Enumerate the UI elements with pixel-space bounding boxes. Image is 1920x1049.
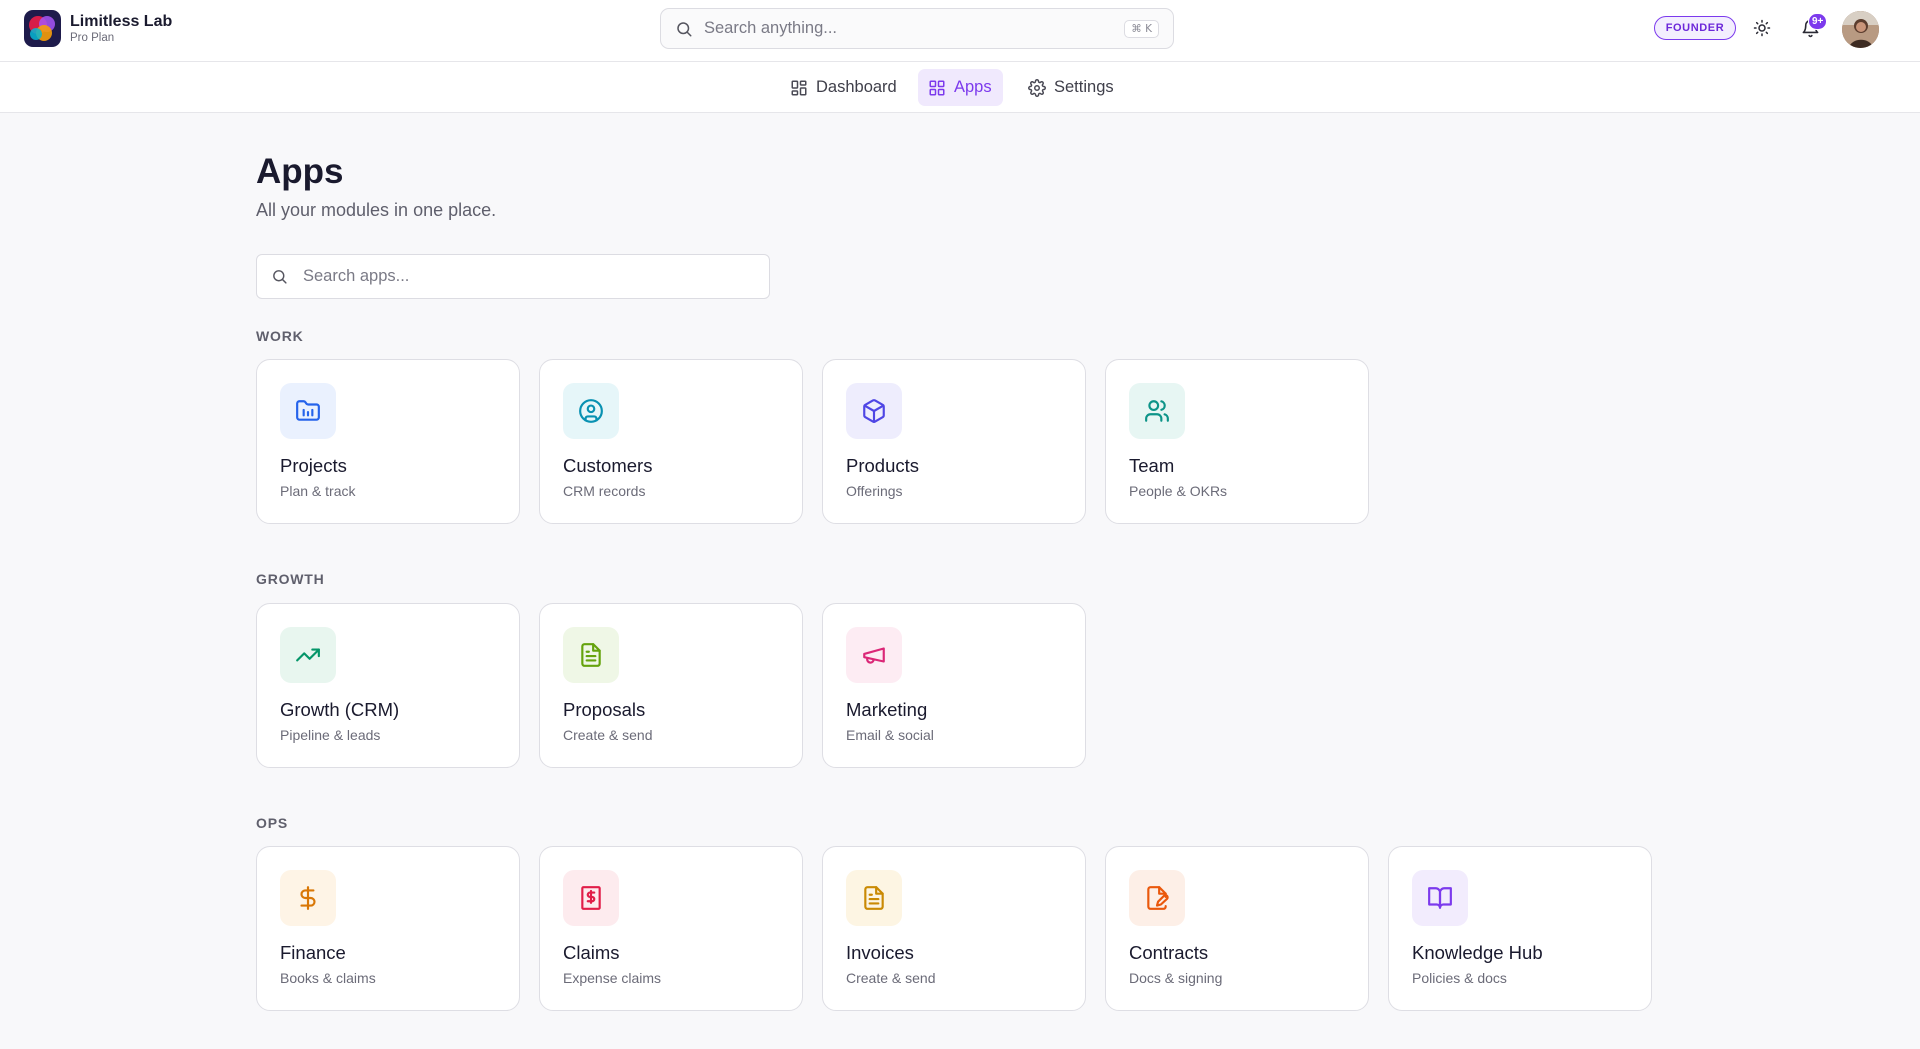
sun-icon	[1753, 19, 1771, 37]
apps-search-input[interactable]	[303, 267, 755, 286]
tab-settings[interactable]: Settings	[1018, 69, 1125, 106]
plan-label: Pro Plan	[70, 32, 115, 44]
top-header: Limitless Lab Pro Plan Search anything..…	[0, 0, 1920, 62]
box-icon	[846, 383, 902, 439]
app-card-description: Create & send	[846, 970, 936, 986]
book-open-icon	[1412, 870, 1468, 926]
users-icon	[1129, 383, 1185, 439]
section-work: Projects Plan & track Customers CRM reco…	[256, 359, 1388, 524]
app-card-growth-crm[interactable]: Growth (CRM) Pipeline & leads	[256, 603, 520, 768]
app-card-marketing[interactable]: Marketing Email & social	[822, 603, 1086, 768]
brand-name: Limitless Lab	[70, 13, 173, 30]
app-card-description: CRM records	[563, 483, 646, 499]
app-card-description: Expense claims	[563, 970, 662, 986]
tab-label: Settings	[1054, 78, 1114, 96]
global-search-placeholder: Search anything...	[704, 19, 837, 37]
app-card-title: Products	[846, 455, 920, 476]
app-card-description: Policies & docs	[1412, 970, 1507, 986]
keyboard-shortcut-hint: ⌘ K	[1124, 19, 1159, 38]
file-text-icon	[563, 627, 619, 683]
app-card-title: Marketing	[846, 699, 928, 720]
apps-search-box[interactable]	[256, 254, 770, 299]
invoice-icon	[846, 870, 902, 926]
app-card-description: Plan & track	[280, 483, 356, 499]
search-icon	[675, 20, 693, 38]
tab-apps[interactable]: Apps	[918, 69, 1003, 106]
section-label-growth: GROWTH	[256, 571, 325, 587]
main-nav: Dashboard Apps Settings	[0, 62, 1920, 113]
file-signature-icon	[1129, 870, 1185, 926]
app-card-knowledge-hub[interactable]: Knowledge Hub Policies & docs	[1388, 846, 1652, 1011]
app-card-description: Create & send	[563, 727, 653, 743]
app-card-title: Proposals	[563, 699, 646, 720]
app-card-title: Invoices	[846, 942, 914, 963]
notification-count-badge: 9+	[1808, 13, 1828, 30]
app-card-description: Books & claims	[280, 970, 376, 986]
app-card-description: Offerings	[846, 483, 903, 499]
section-label-ops: OPS	[256, 815, 288, 831]
page-subtitle: All your modules in one place.	[256, 200, 497, 220]
app-card-title: Claims	[563, 942, 620, 963]
app-card-contracts[interactable]: Contracts Docs & signing	[1105, 846, 1369, 1011]
app-card-description: People & OKRs	[1129, 483, 1228, 499]
receipt-icon	[563, 870, 619, 926]
app-card-invoices[interactable]: Invoices Create & send	[822, 846, 1086, 1011]
app-card-title: Contracts	[1129, 942, 1209, 963]
user-avatar[interactable]	[1842, 11, 1879, 48]
app-card-title: Knowledge Hub	[1412, 942, 1543, 963]
app-card-team[interactable]: Team People & OKRs	[1105, 359, 1369, 524]
tab-label: Apps	[954, 78, 992, 96]
app-card-title: Team	[1129, 455, 1175, 476]
app-card-title: Finance	[280, 942, 346, 963]
role-badge: FOUNDER	[1654, 16, 1736, 40]
app-card-description: Pipeline & leads	[280, 727, 381, 743]
section-ops: Finance Books & claims Claims Expense cl…	[256, 846, 1671, 1011]
user-circle-icon	[563, 383, 619, 439]
app-card-description: Email & social	[846, 727, 934, 743]
app-card-description: Docs & signing	[1129, 970, 1223, 986]
gear-icon	[1028, 78, 1046, 97]
section-label-work: WORK	[256, 328, 304, 344]
apps-grid-icon	[928, 79, 946, 97]
brand-logo	[24, 10, 61, 47]
app-card-products[interactable]: Products Offerings	[822, 359, 1086, 524]
folder-chart-icon	[280, 383, 336, 439]
section-growth: Growth (CRM) Pipeline & leads Proposals …	[256, 603, 1105, 768]
layout-grid-icon	[790, 79, 808, 97]
dollar-icon	[280, 870, 336, 926]
tab-dashboard[interactable]: Dashboard	[780, 69, 908, 106]
app-card-projects[interactable]: Projects Plan & track	[256, 359, 520, 524]
page-title: Apps	[256, 152, 344, 191]
global-search-input[interactable]: Search anything... ⌘ K	[660, 8, 1174, 49]
app-card-customers[interactable]: Customers CRM records	[539, 359, 803, 524]
brand[interactable]: Limitless Lab Pro Plan	[24, 10, 172, 47]
app-card-title: Growth (CRM)	[280, 699, 400, 720]
app-card-finance[interactable]: Finance Books & claims	[256, 846, 520, 1011]
search-icon	[271, 268, 289, 286]
app-card-title: Projects	[280, 455, 347, 476]
megaphone-icon	[846, 627, 902, 683]
app-card-claims[interactable]: Claims Expense claims	[539, 846, 803, 1011]
app-card-proposals[interactable]: Proposals Create & send	[539, 603, 803, 768]
trending-up-icon	[280, 627, 336, 683]
tab-label: Dashboard	[816, 78, 897, 96]
app-card-title: Customers	[563, 455, 653, 476]
theme-toggle-button[interactable]	[1751, 17, 1773, 39]
